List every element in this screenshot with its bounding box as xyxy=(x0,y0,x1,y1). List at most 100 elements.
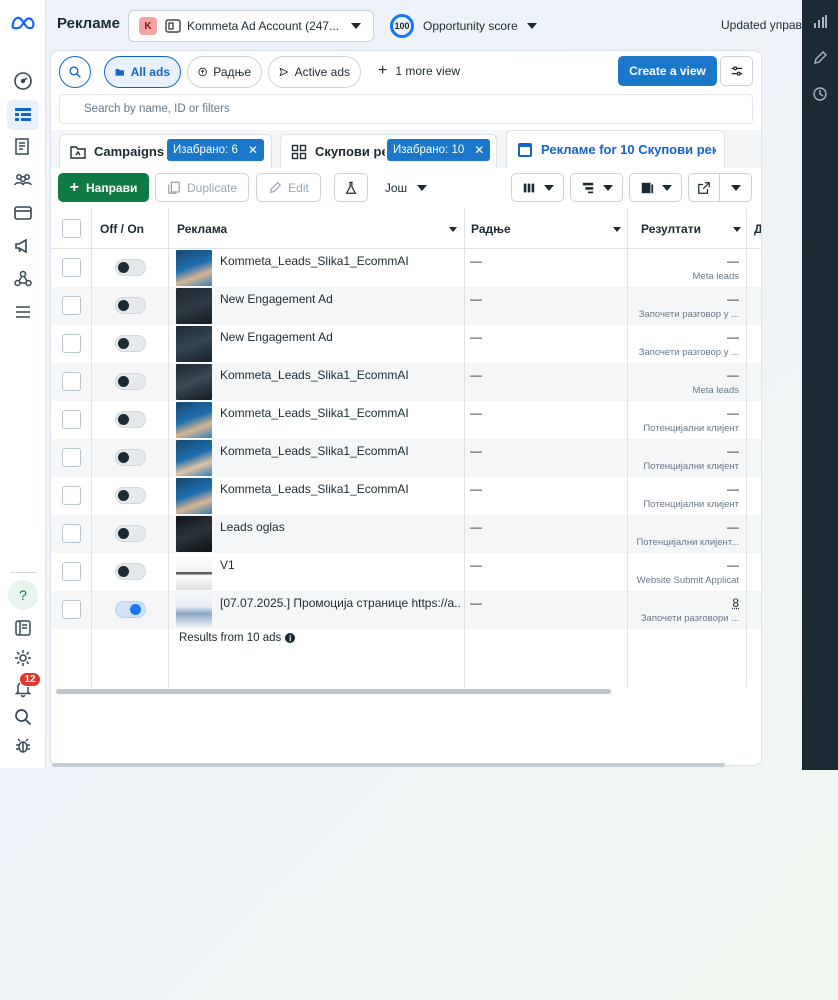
edit-button[interactable]: Edit xyxy=(256,173,321,202)
column-header-results[interactable]: Резултати xyxy=(641,209,741,249)
table-row[interactable]: Kommeta_Leads_Slika1_EcommAI — — Потенцијал… xyxy=(51,401,761,439)
ad-status-toggle[interactable] xyxy=(115,335,146,352)
more-dropdown[interactable]: Још xyxy=(375,173,437,202)
ad-status-toggle[interactable] xyxy=(115,487,146,504)
view-settings-button[interactable] xyxy=(720,56,753,86)
duplicate-button[interactable]: Duplicate xyxy=(155,173,249,202)
dashboard-gauge-icon[interactable] xyxy=(7,66,39,96)
table-row[interactable]: New Engagement Ad — — Започети разговор у .… xyxy=(51,287,761,325)
search-input[interactable]: Search by name, ID or filters xyxy=(59,94,753,124)
breakdown-button[interactable] xyxy=(570,173,623,202)
export-dropdown[interactable] xyxy=(719,173,752,202)
row-checkbox[interactable] xyxy=(62,258,81,277)
info-icon[interactable]: i xyxy=(285,633,296,643)
table-row[interactable]: Kommeta_Leads_Slika1_EcommAI — — Потенцијал… xyxy=(51,439,761,477)
column-header-actions[interactable]: Радње xyxy=(471,209,621,249)
row-checkbox[interactable] xyxy=(62,372,81,391)
bar-chart-icon[interactable] xyxy=(812,14,828,30)
table-row[interactable]: Kommeta_Leads_Slika1_EcommAI — — Потенцијал… xyxy=(51,477,761,515)
table-row[interactable]: New Engagement Ad — — Започети разговор у .… xyxy=(51,325,761,363)
table-row[interactable]: [07.07.2025.] Промоција странице https:/… xyxy=(51,591,761,629)
ads-manager-table-icon[interactable] xyxy=(7,100,39,130)
ad-thumbnail[interactable] xyxy=(176,440,212,476)
select-all-checkbox[interactable] xyxy=(62,219,81,238)
row-checkbox[interactable] xyxy=(62,296,81,315)
help-question-icon[interactable]: ? xyxy=(8,580,38,610)
view-actions[interactable]: Радње xyxy=(187,56,262,88)
audiences-people-icon[interactable] xyxy=(7,165,39,195)
ad-thumbnail[interactable] xyxy=(176,288,212,324)
table-horizontal-scrollbar[interactable] xyxy=(56,689,611,694)
table-row[interactable]: V1 — — Website Submit Applicat xyxy=(51,553,761,591)
ad-thumbnail[interactable] xyxy=(176,478,212,514)
ad-name-link[interactable]: [07.07.2025.] Промоција странице https:/… xyxy=(220,596,462,610)
close-icon[interactable]: ✕ xyxy=(248,143,258,157)
view-active-ads[interactable]: Active ads xyxy=(268,56,361,88)
search-views-button[interactable] xyxy=(59,56,91,88)
ad-thumbnail[interactable] xyxy=(176,516,212,552)
close-icon[interactable]: ✕ xyxy=(474,143,484,157)
report-bug-icon[interactable] xyxy=(7,731,39,761)
ad-status-toggle[interactable] xyxy=(115,411,146,428)
page-horizontal-scrollbar[interactable] xyxy=(52,763,725,767)
table-row[interactable]: Leads oglas — — Потенцијални клијент... xyxy=(51,515,761,553)
column-header-off-on[interactable]: Off / On xyxy=(100,209,144,249)
ad-name-link[interactable]: Leads oglas xyxy=(220,520,462,534)
billing-card-icon[interactable] xyxy=(7,198,39,228)
columns-button[interactable] xyxy=(511,173,564,202)
business-connections-icon[interactable] xyxy=(7,264,39,294)
ad-name-link[interactable]: Kommeta_Leads_Slika1_EcommAI xyxy=(220,368,462,382)
edit-pencil-icon[interactable] xyxy=(812,50,828,66)
megaphone-icon[interactable] xyxy=(7,231,39,261)
all-tools-menu-icon[interactable] xyxy=(7,297,39,327)
table-row[interactable]: Kommeta_Leads_Slika1_EcommAI — — Meta leads xyxy=(51,363,761,401)
meta-logo-icon[interactable] xyxy=(10,14,36,32)
ad-name-link[interactable]: V1 xyxy=(220,558,462,572)
results-value[interactable]: 8 xyxy=(631,596,739,610)
adsets-selected-chip[interactable]: Изабрано: 10 ✕ xyxy=(387,139,491,161)
ad-status-toggle[interactable] xyxy=(115,563,146,580)
ad-account-selector[interactable]: K Kommeta Ad Account (247... xyxy=(128,10,374,42)
export-button[interactable] xyxy=(688,173,720,202)
resources-book-icon[interactable] xyxy=(7,613,39,643)
ad-name-link[interactable]: Kommeta_Leads_Slika1_EcommAI xyxy=(220,444,462,458)
ad-thumbnail[interactable] xyxy=(176,554,212,590)
opportunity-score[interactable]: 100 Opportunity score xyxy=(390,14,537,38)
ad-name-link[interactable]: New Engagement Ad xyxy=(220,330,462,344)
row-checkbox[interactable] xyxy=(62,410,81,429)
reports-button[interactable] xyxy=(629,173,682,202)
ad-status-toggle[interactable] xyxy=(115,525,146,542)
search-icon[interactable] xyxy=(7,702,39,732)
table-row[interactable]: Kommeta_Leads_Slika1_EcommAI — — Meta leads xyxy=(51,249,761,287)
column-header-next[interactable]: Д xyxy=(754,209,761,249)
ad-thumbnail[interactable] xyxy=(176,402,212,438)
create-view-button[interactable]: Create a view xyxy=(618,56,717,86)
ad-status-toggle[interactable] xyxy=(115,601,146,618)
ad-status-toggle[interactable] xyxy=(115,449,146,466)
view-all-ads[interactable]: All ads xyxy=(104,56,181,88)
ad-status-toggle[interactable] xyxy=(115,259,146,276)
column-header-ad[interactable]: Реклама xyxy=(177,209,457,249)
row-checkbox[interactable] xyxy=(62,600,81,619)
ad-thumbnail[interactable] xyxy=(176,250,212,286)
ab-test-button[interactable] xyxy=(334,173,368,202)
ad-name-link[interactable]: New Engagement Ad xyxy=(220,292,462,306)
create-button[interactable]: + Направи xyxy=(58,173,149,202)
ad-status-toggle[interactable] xyxy=(115,373,146,390)
ad-thumbnail[interactable] xyxy=(176,326,212,362)
ad-name-link[interactable]: Kommeta_Leads_Slika1_EcommAI xyxy=(220,482,462,496)
ad-name-link[interactable]: Kommeta_Leads_Slika1_EcommAI xyxy=(220,406,462,420)
row-checkbox[interactable] xyxy=(62,448,81,467)
row-checkbox[interactable] xyxy=(62,334,81,353)
row-checkbox[interactable] xyxy=(62,562,81,581)
campaigns-selected-chip[interactable]: Изабрано: 6 ✕ xyxy=(167,139,264,161)
pages-icon[interactable] xyxy=(7,132,39,162)
settings-gear-icon[interactable] xyxy=(7,643,39,673)
history-clock-icon[interactable] xyxy=(812,86,828,102)
ad-name-link[interactable]: Kommeta_Leads_Slika1_EcommAI xyxy=(220,254,462,268)
row-checkbox[interactable] xyxy=(62,524,81,543)
tab-ads[interactable]: Рекламе for 10 Скупови рек xyxy=(506,130,725,168)
ad-status-toggle[interactable] xyxy=(115,297,146,314)
ad-thumbnail[interactable] xyxy=(176,592,212,628)
row-checkbox[interactable] xyxy=(62,486,81,505)
